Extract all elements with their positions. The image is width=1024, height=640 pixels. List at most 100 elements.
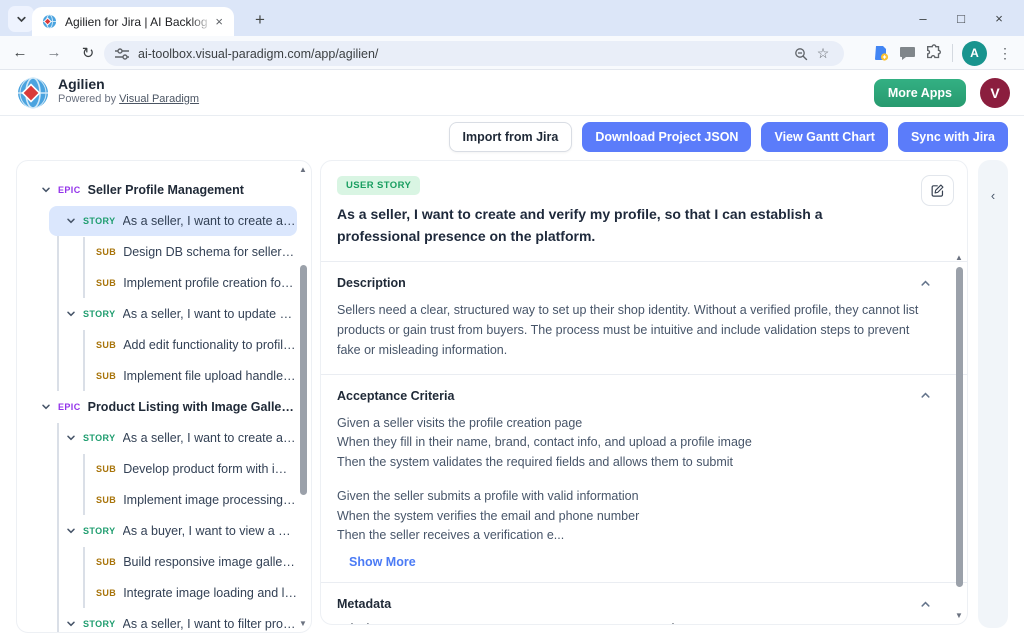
tree-item-label: As a seller, I want to create and ... [123, 214, 297, 228]
collapse-chevron-icon[interactable]: ‹ [991, 188, 995, 628]
more-apps-button[interactable]: More Apps [874, 79, 966, 107]
favicon-visual-paradigm [42, 14, 57, 29]
backlog-tree-panel: EPIC Seller Profile Management STORY As … [16, 160, 312, 633]
chevron-down-icon[interactable] [41, 185, 51, 195]
browser-profile-avatar[interactable]: A [962, 41, 987, 66]
sidebar-scrollbar[interactable]: ▲ ▼ [297, 165, 309, 628]
chevron-down-icon[interactable] [41, 402, 51, 412]
tree-item-sub[interactable]: SUB Design DB schema for seller pro... [85, 237, 297, 267]
comment-extension-icon[interactable] [899, 45, 916, 61]
tree-item-label: As a seller, I want to filter produ... [123, 617, 297, 631]
collapsed-side-panel[interactable]: ‹ [978, 160, 1008, 628]
tab-close-icon[interactable]: × [212, 14, 226, 29]
edit-pencil-icon [930, 183, 945, 198]
description-heading: Description [337, 276, 406, 290]
story-children: SUB Build responsive image gallery co...… [83, 547, 297, 608]
epic-badge: EPIC [58, 185, 81, 195]
tree-item-sub[interactable]: SUB Implement file upload handler fo... [85, 361, 297, 391]
scroll-down-arrow[interactable]: ▼ [297, 619, 309, 628]
show-more-link[interactable]: Show More [349, 555, 931, 569]
window-maximize-button[interactable]: □ [942, 0, 980, 36]
tree-item-label: Implement profile creation form ... [123, 276, 297, 290]
description-text: Sellers need a clear, structured way to … [337, 301, 922, 360]
priority-field: Priority High [337, 622, 652, 625]
powered-by: Powered by Visual Paradigm [58, 93, 199, 105]
scroll-up-arrow[interactable]: ▲ [297, 165, 309, 174]
window-close-button[interactable]: × [980, 0, 1018, 36]
chevron-down-icon[interactable] [66, 526, 76, 536]
app-name: Agilien [58, 76, 199, 92]
tree-item-story[interactable]: STORY As a seller, I want to filter prod… [59, 609, 297, 633]
tree-item-label: Design DB schema for seller pro... [123, 245, 297, 259]
sub-badge: SUB [96, 495, 116, 505]
tree-item-story[interactable]: STORY As a seller, I want to update my..… [59, 299, 297, 329]
chevron-up-icon[interactable] [920, 278, 931, 289]
detail-scrollbar[interactable]: ▲ ▼ [953, 253, 965, 620]
browser-tab[interactable]: Agilien for Jira | AI Backlog Stru × [32, 7, 234, 36]
tree-item-epic[interactable]: EPIC Seller Profile Management [25, 175, 297, 205]
chevron-down-icon[interactable] [66, 216, 76, 226]
user-avatar[interactable]: V [980, 78, 1010, 108]
tree-item-story[interactable]: STORY As a seller, I want to create a pr… [59, 423, 297, 453]
scroll-down-arrow[interactable]: ▼ [953, 611, 965, 620]
view-gantt-chart-button[interactable]: View Gantt Chart [761, 122, 887, 152]
chevron-down-icon[interactable] [66, 433, 76, 443]
chevron-down-icon[interactable] [66, 309, 76, 319]
visual-paradigm-link[interactable]: Visual Paradigm [119, 93, 199, 105]
acceptance-criteria-header[interactable]: Acceptance Criteria [337, 389, 931, 403]
chevron-up-icon[interactable] [920, 599, 931, 610]
zoom-out-icon[interactable] [790, 47, 812, 61]
tree-item-label: As a seller, I want to create a pr... [123, 431, 297, 445]
extensions-puzzle-icon[interactable] [925, 44, 943, 62]
tree-item-label: Implement image processing pip... [123, 493, 297, 507]
chevron-up-icon[interactable] [920, 390, 931, 401]
tree-item-sub[interactable]: SUB Integrate image loading and lazy... [85, 578, 297, 608]
sub-badge: SUB [96, 247, 116, 257]
scrollbar-thumb[interactable] [300, 265, 307, 495]
sub-badge: SUB [96, 278, 116, 288]
user-story-badge: USER STORY [337, 176, 420, 195]
new-tab-button[interactable]: + [248, 8, 272, 32]
sync-with-jira-button[interactable]: Sync with Jira [898, 122, 1008, 152]
tree-item-sub[interactable]: SUB Implement profile creation form ... [85, 268, 297, 298]
tree-item-label: As a buyer, I want to view a pro... [123, 524, 297, 538]
scroll-up-arrow[interactable]: ▲ [953, 253, 965, 262]
tree-item-sub[interactable]: SUB Build responsive image gallery co... [85, 547, 297, 577]
window-controls: – □ × [904, 0, 1018, 36]
address-bar[interactable]: ai-toolbox.visual-paradigm.com/app/agili… [104, 41, 844, 66]
story-badge: STORY [83, 619, 116, 629]
tab-search-button[interactable] [8, 6, 34, 32]
toolbar-separator [952, 44, 953, 62]
tree-item-story-selected[interactable]: STORY As a seller, I want to create and … [49, 206, 297, 236]
tree-item-label: Seller Profile Management [88, 183, 244, 197]
tree-item-sub[interactable]: SUB Develop product form with imag... [85, 454, 297, 484]
site-settings-icon[interactable] [114, 47, 130, 61]
tree-item-label: As a seller, I want to update my... [123, 307, 297, 321]
url-text[interactable]: ai-toolbox.visual-paradigm.com/app/agili… [138, 47, 790, 61]
tree-item-epic[interactable]: EPIC Product Listing with Image Gallerie… [25, 392, 297, 422]
acceptance-criteria-text-2: Given the seller submits a profile with … [337, 487, 922, 546]
save-page-extension-icon[interactable] [872, 44, 890, 62]
tree-item-sub[interactable]: SUB Implement image processing pip... [85, 485, 297, 515]
metadata-header[interactable]: Metadata [337, 597, 931, 611]
epic-children: STORY As a seller, I want to create a pr… [57, 423, 297, 633]
bookmark-star-icon[interactable]: ☆ [812, 45, 834, 62]
description-header[interactable]: Description [337, 276, 931, 290]
tree-item-story[interactable]: STORY As a buyer, I want to view a pro..… [59, 516, 297, 546]
window-minimize-button[interactable]: – [904, 0, 942, 36]
tab-title: Agilien for Jira | AI Backlog Stru [65, 15, 212, 29]
acceptance-criteria-section: Acceptance Criteria Given a seller visit… [321, 375, 967, 584]
download-project-json-button[interactable]: Download Project JSON [582, 122, 751, 152]
browser-menu-icon[interactable]: ⋮ [996, 45, 1014, 62]
back-button[interactable]: ← [6, 39, 34, 67]
forward-button[interactable]: → [40, 39, 68, 67]
reload-button[interactable]: ↻ [74, 39, 102, 67]
tree-item-label: Develop product form with imag... [123, 462, 297, 476]
edit-button[interactable] [921, 175, 954, 206]
tree-item-sub[interactable]: SUB Add edit functionality to profile ..… [85, 330, 297, 360]
scrollbar-thumb[interactable] [956, 267, 963, 587]
chevron-down-icon[interactable] [66, 619, 76, 629]
import-from-jira-button[interactable]: Import from Jira [449, 122, 573, 152]
acceptance-criteria-heading: Acceptance Criteria [337, 389, 454, 403]
description-section: Description Sellers need a clear, struct… [321, 262, 967, 374]
